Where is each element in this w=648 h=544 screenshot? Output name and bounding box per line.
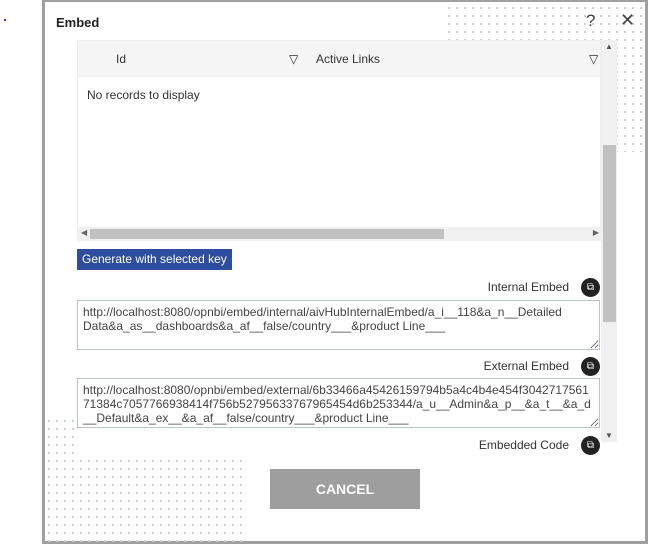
dot <box>4 19 6 21</box>
scrollbar-thumb[interactable] <box>603 145 616 322</box>
cancel-button[interactable]: CANCEL <box>270 469 420 509</box>
filter-icon[interactable]: ▽ <box>289 52 298 66</box>
copy-icon[interactable]: ⧉ <box>581 357 600 376</box>
dialog-title: Embed <box>56 15 100 30</box>
copy-icon[interactable]: ⧉ <box>581 278 600 297</box>
links-grid: Id ▽ Active Links ▽ No records to displa… <box>77 40 602 241</box>
column-active-links[interactable]: Active Links <box>316 52 380 66</box>
horizontal-scrollbar[interactable]: ◀ ▶ <box>78 227 602 241</box>
external-embed-textarea[interactable]: http://localhost:8080/opnbi/embed/extern… <box>77 378 600 428</box>
scroll-left-icon[interactable]: ◀ <box>81 228 87 237</box>
column-id[interactable]: Id <box>116 52 126 66</box>
copy-icon[interactable]: ⧉ <box>581 436 600 455</box>
internal-embed-textarea[interactable]: http://localhost:8080/opnbi/embed/intern… <box>77 300 600 350</box>
scroll-down-icon[interactable]: ▼ <box>605 431 613 440</box>
dialog-content: Id ▽ Active Links ▽ No records to displa… <box>77 40 617 456</box>
scroll-up-icon[interactable]: ▲ <box>605 42 613 51</box>
scrollbar-thumb[interactable] <box>90 229 444 239</box>
generate-with-selected-key-button[interactable]: Generate with selected key <box>77 249 232 270</box>
close-icon[interactable]: ✕ <box>620 10 635 31</box>
internal-embed-label: Internal Embed <box>487 280 569 294</box>
external-embed-label: External Embed <box>483 359 569 373</box>
empty-message: No records to display <box>87 88 200 102</box>
question-icon[interactable]: ? <box>586 11 595 31</box>
scroll-right-icon[interactable]: ▶ <box>593 228 599 237</box>
vertical-scrollbar[interactable]: ▲ ▼ <box>601 40 617 442</box>
grid-header: Id ▽ Active Links ▽ <box>78 41 600 77</box>
embed-dialog: Embed ? ✕ Id ▽ Active Links ▽ No records… <box>42 0 648 544</box>
embedded-code-label: Embedded Code <box>478 438 569 452</box>
filter-icon[interactable]: ▽ <box>589 52 598 66</box>
